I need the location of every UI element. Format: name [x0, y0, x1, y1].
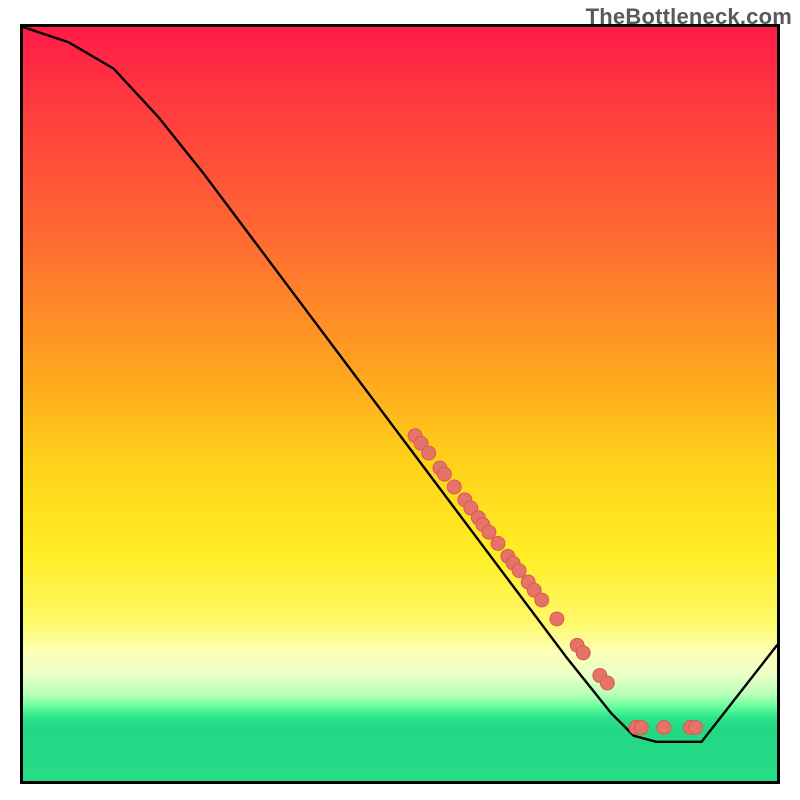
bottleneck-curve: [23, 27, 777, 742]
data-point: [422, 446, 436, 460]
data-point: [482, 525, 496, 539]
data-point: [657, 721, 671, 735]
data-point: [535, 593, 549, 607]
data-points: [408, 429, 702, 735]
data-point: [491, 537, 505, 551]
data-point: [576, 646, 590, 660]
plot-area: [20, 24, 780, 784]
data-point: [634, 721, 648, 735]
chart-overlay: [23, 27, 777, 781]
data-point: [447, 480, 461, 494]
data-point: [512, 564, 526, 578]
chart-frame: TheBottleneck.com: [0, 0, 800, 800]
data-point: [600, 676, 614, 690]
data-point: [438, 467, 452, 481]
data-point: [550, 612, 564, 626]
data-point: [689, 721, 703, 735]
